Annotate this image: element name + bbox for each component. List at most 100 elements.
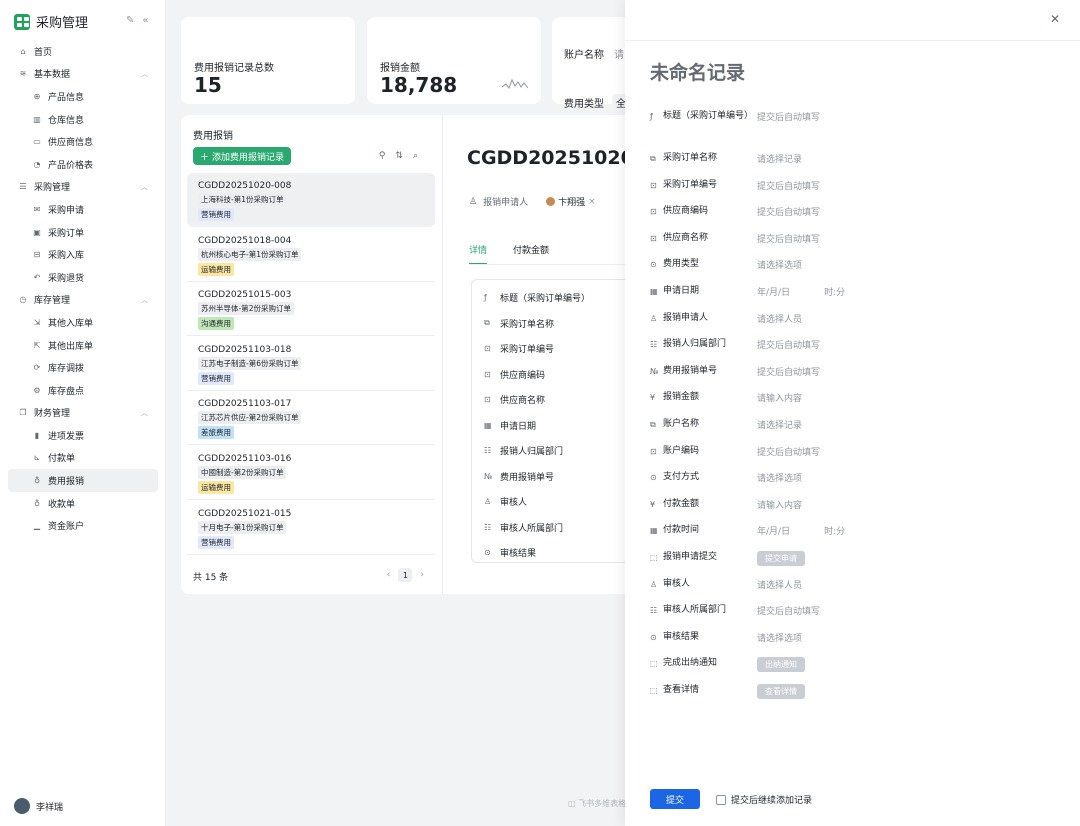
form-input[interactable]: 提交后自动填写 — [757, 445, 820, 458]
sidebar-item[interactable]: ⊟ 采购入库 — [8, 243, 158, 266]
form-label: ⬚ 报销申请提交 — [650, 551, 757, 564]
form-input[interactable]: 提交后自动填写 — [757, 179, 820, 192]
sidebar-item[interactable]: ♁ 收款单 — [8, 492, 158, 515]
person-icon: ♙ — [650, 579, 658, 589]
add-record-button[interactable]: ＋添加费用报销记录 — [193, 147, 292, 165]
formula-icon: ƒ — [484, 293, 487, 303]
form-input[interactable]: 年/月/日 时:分 — [757, 524, 845, 537]
form-action-button[interactable]: 查看详情 — [757, 683, 805, 699]
detail-field-label: 采购订单名称 — [500, 319, 555, 330]
sidebar-item[interactable]: ⇱ 其他出库单 — [8, 334, 158, 357]
form-label: ⬚ 完成出纳通知 — [650, 657, 757, 670]
remove-icon[interactable]: × — [588, 197, 596, 207]
form-input[interactable]: 请选择选项 — [757, 631, 802, 644]
page-number[interactable]: 1 — [398, 568, 413, 582]
form-input[interactable]: 查看详情 — [757, 683, 805, 699]
sort-icon[interactable]: ⇅ — [395, 151, 413, 161]
chevron-up-icon[interactable]: ︿ — [141, 295, 148, 305]
form-label: ⊙ 审核结果 — [650, 631, 757, 644]
form-input[interactable]: 提交申请 — [757, 550, 805, 566]
list-item[interactable]: CGDD20251103-016 中國制造-第2份采购订单 运输费用 — [187, 446, 435, 500]
form-input[interactable]: 提交后自动填写 — [757, 110, 820, 123]
form-row: ⊡ 采购订单编号 提交后自动填写 — [650, 175, 1070, 202]
list-item[interactable]: CGDD20251015-003 苏州半导体-第2份采购订单 沟通费用 — [187, 282, 435, 337]
form-input[interactable]: 提交后自动填写 — [757, 232, 820, 245]
form-input[interactable]: 提交后自动填写 — [757, 338, 820, 351]
sidebar-item[interactable]: ◷ 库存管理 ︿ — [8, 289, 158, 312]
detail-field: ♙ 审核人 — [472, 489, 632, 515]
tab-payment[interactable]: 付款金额 — [513, 243, 549, 265]
sidebar-item[interactable]: ▣ 采购订单 — [8, 221, 158, 244]
chevron-up-icon[interactable]: ︿ — [141, 69, 148, 79]
collapse-sidebar-icon[interactable]: « — [142, 15, 156, 26]
list-item[interactable]: CGDD20251021-015 十月电子-第1份采购订单 营销费用 — [187, 501, 435, 555]
chevron-up-icon[interactable]: ︿ — [141, 408, 148, 418]
filter-icon[interactable]: ⚲ — [379, 151, 396, 161]
return-icon: ↶ — [33, 272, 41, 282]
sidebar-item[interactable]: ⟳ 库存调拨 — [8, 356, 158, 379]
form-action-button[interactable]: 提交申请 — [757, 550, 805, 566]
sidebar-item[interactable]: ▮ 进项发票 — [8, 424, 158, 447]
form-label-text: 支付方式 — [663, 472, 700, 483]
form-input[interactable]: 请选择记录 — [757, 152, 802, 165]
submit-button[interactable]: 提交 — [650, 789, 700, 809]
filter-card: 账户名称请 费用类型全 — [552, 17, 632, 111]
list-item[interactable]: CGDD20251020-008 上海科技-第1份采购订单 营销费用 — [187, 173, 435, 227]
record-order-row: 中國制造-第2份采购订单 — [198, 464, 424, 479]
time-placeholder[interactable]: 时:分 — [824, 285, 845, 298]
form-input[interactable]: 提交后自动填写 — [757, 205, 820, 218]
filter-account[interactable]: 账户名称请 — [564, 43, 624, 63]
form-action-button[interactable]: 出纳通知 — [757, 657, 805, 673]
sidebar-item[interactable]: ⚙ 库存盘点 — [8, 379, 158, 402]
form-input[interactable]: 请输入内容 — [757, 391, 802, 404]
form-input[interactable]: 年/月/日 时:分 — [757, 285, 845, 298]
time-placeholder[interactable]: 时:分 — [824, 524, 845, 537]
next-page-icon[interactable]: › — [420, 570, 424, 580]
form-row: ƒ 标题（采购订单编号） 提交后自动填写 — [650, 106, 1070, 148]
sidebar-item[interactable]: ❐ 财务管理 ︿ — [8, 402, 158, 425]
sidebar-item[interactable]: ☰ 采购管理 ︿ — [8, 176, 158, 199]
tab-details[interactable]: 详情 — [469, 243, 488, 265]
form-input[interactable]: 提交后自动填写 — [757, 365, 820, 378]
stat-label: 报销金额 — [380, 63, 420, 74]
sidebar-item[interactable]: ⌂ 首页 — [8, 40, 158, 63]
form-row: ⧉ 账户名称 请选择记录 — [650, 414, 1070, 441]
form-label-text: 报销金额 — [663, 392, 700, 403]
sidebar-item[interactable]: ≋ 基本数据 ︿ — [8, 63, 158, 86]
close-icon[interactable]: ✕ — [1050, 12, 1060, 26]
list-item[interactable]: CGDD20251103-017 江苏芯片供应-第2份采购订单 差旅费用 — [187, 391, 435, 446]
list-item[interactable]: CGDD20251103-018 江苏电子制造-第6份采购订单 营销费用 — [187, 337, 435, 391]
filter-type[interactable]: 费用类型全 — [564, 92, 630, 112]
applicant-chip[interactable]: 卞翔强 × — [546, 195, 596, 208]
sidebar-header-actions: ✎« — [126, 15, 157, 26]
sidebar-item[interactable]: ♁ 费用报销 — [8, 469, 158, 492]
sidebar-item[interactable]: ✉ 采购申请 — [8, 198, 158, 221]
form-input[interactable]: 出纳通知 — [757, 657, 805, 673]
sidebar-item[interactable]: ▁ 资金账户 — [8, 514, 158, 537]
list-item[interactable]: CGDD20251018-004 杭州核心电子-第1份采购订单 运输费用 — [187, 228, 435, 282]
sidebar-item[interactable]: ▭ 供应商信息 — [8, 130, 158, 153]
search-icon[interactable]: ⌕ — [413, 151, 428, 161]
sidebar-item[interactable]: ↶ 采购退货 — [8, 266, 158, 289]
sidebar-item[interactable]: ⊾ 付款单 — [8, 447, 158, 470]
checkbox-icon[interactable] — [716, 794, 726, 805]
continue-add-checkbox[interactable]: 提交后继续添加记录 — [716, 793, 812, 806]
form-input[interactable]: 请选择选项 — [757, 471, 802, 484]
form-input[interactable]: 请选择记录 — [757, 418, 802, 431]
add-record-label: 添加费用报销记录 — [212, 152, 285, 163]
sidebar-item[interactable]: ⇲ 其他入库单 — [8, 311, 158, 334]
sidebar-item[interactable]: ⊕ 产品信息 — [8, 85, 158, 108]
record-order-tag: 中國制造-第2份采购订单 — [198, 466, 287, 479]
form-input[interactable]: 请输入内容 — [757, 498, 802, 511]
form-input[interactable]: 请选择选项 — [757, 258, 802, 271]
sidebar-item[interactable]: ▥ 仓库信息 — [8, 108, 158, 131]
form-input[interactable]: 提交后自动填写 — [757, 604, 820, 617]
prev-page-icon[interactable]: ‹ — [387, 570, 391, 580]
form-input[interactable]: 请选择人员 — [757, 312, 802, 325]
drawer-divider — [625, 40, 1080, 41]
edit-icon[interactable]: ✎ — [126, 15, 142, 26]
user-profile[interactable]: 李祥瑞 — [14, 798, 63, 814]
form-input[interactable]: 请选择人员 — [757, 578, 802, 591]
sidebar-item[interactable]: ◔ 产品价格表 — [8, 153, 158, 176]
chevron-up-icon[interactable]: ︿ — [141, 182, 148, 192]
